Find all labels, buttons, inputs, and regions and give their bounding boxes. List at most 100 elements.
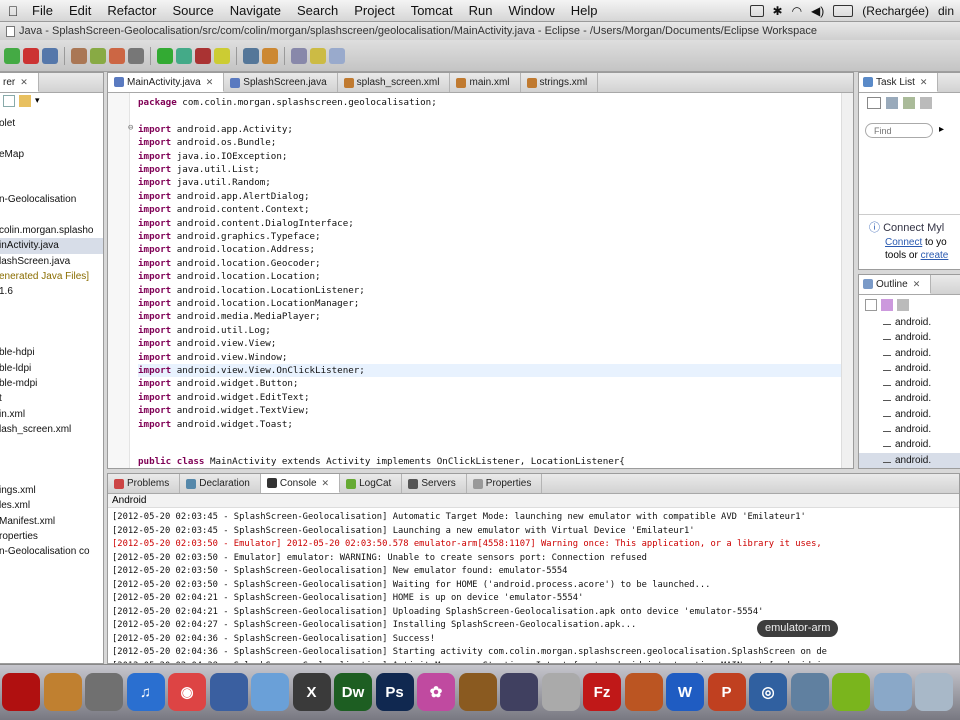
code-line[interactable]: import android.view.View.OnClickListener… xyxy=(138,364,853,378)
collapse-icon[interactable] xyxy=(920,97,932,109)
explorer-item[interactable] xyxy=(0,437,103,452)
code-line[interactable]: import android.location.Location; xyxy=(138,270,853,283)
print-icon[interactable] xyxy=(42,47,58,64)
link-editor-icon[interactable] xyxy=(19,95,31,107)
photo-icon[interactable] xyxy=(43,673,82,711)
menu-project[interactable]: Project xyxy=(346,3,402,18)
explorer-item[interactable]: Manifest.xml xyxy=(0,514,103,529)
code-line[interactable]: import android.media.MediaPlayer; xyxy=(138,310,853,323)
word-icon[interactable]: W xyxy=(666,673,704,711)
explorer-item[interactable]: n-Geolocalisation co xyxy=(0,544,103,559)
tab-splashscreen-java[interactable]: SplashScreen.java xyxy=(224,73,338,92)
explorer-item[interactable]: inActivity.java xyxy=(0,238,103,254)
explorer-item[interactable] xyxy=(0,453,103,468)
connect-link[interactable]: Connect xyxy=(885,237,922,248)
filter-icon[interactable] xyxy=(886,97,898,109)
wifi-icon[interactable]: ◠ xyxy=(792,4,802,18)
code-line[interactable]: import android.widget.Button; xyxy=(138,377,853,390)
globe-icon[interactable] xyxy=(209,673,248,711)
android-sdk-icon[interactable] xyxy=(109,47,125,64)
explorer-item[interactable]: t xyxy=(0,391,103,406)
outline-item[interactable]: android. xyxy=(859,361,960,376)
run-ext-icon[interactable] xyxy=(90,47,106,64)
battery-icon[interactable] xyxy=(833,4,854,17)
preview-icon[interactable] xyxy=(790,673,829,711)
tab-strings-xml[interactable]: strings.xml xyxy=(521,73,599,92)
volume-icon[interactable]: ◀) xyxy=(811,4,824,18)
code-editor[interactable]: package com.colin.morgan.splashscreen.ge… xyxy=(108,93,853,468)
dreamweaver-icon[interactable]: Dw xyxy=(334,673,372,711)
class-declaration[interactable]: public class MainActivity extends Activi… xyxy=(138,455,853,468)
tab-package-explorer[interactable]: rer ✕ xyxy=(0,73,39,92)
illustrator-icon[interactable] xyxy=(458,673,497,711)
debug-icon[interactable] xyxy=(157,47,173,64)
outline-item[interactable]: android. xyxy=(859,437,960,452)
outline-item[interactable]: android. xyxy=(859,376,960,391)
menu-source[interactable]: Source xyxy=(165,3,222,18)
close-icon[interactable]: ✕ xyxy=(322,478,330,489)
menu-tomcat[interactable]: Tomcat xyxy=(403,3,461,18)
explorer-item[interactable]: ings.xml xyxy=(0,483,103,498)
explorer-item[interactable]: olet xyxy=(0,116,103,131)
time-machine-icon[interactable]: ◎ xyxy=(749,673,787,711)
sort-icon[interactable] xyxy=(865,299,877,311)
menu-navigate[interactable]: Navigate xyxy=(222,3,289,18)
code-line[interactable]: import java.util.List; xyxy=(138,163,853,176)
pinwheel-icon[interactable]: ✿ xyxy=(417,673,455,711)
apple-icon[interactable]:  xyxy=(2,3,24,19)
code-line[interactable]: import android.app.AlertDialog; xyxy=(138,190,853,203)
explorer-item[interactable] xyxy=(0,330,103,345)
itunes-icon[interactable]: ♫ xyxy=(126,673,165,711)
debug-ext-icon[interactable] xyxy=(71,47,87,64)
code-line[interactable]: import android.location.Address; xyxy=(138,243,853,256)
menu-help[interactable]: Help xyxy=(563,3,606,18)
open-type-icon[interactable] xyxy=(243,47,259,64)
new-icon[interactable] xyxy=(4,47,20,64)
explorer-item[interactable] xyxy=(0,300,103,315)
menu-file[interactable]: File xyxy=(24,3,61,18)
image-icon[interactable] xyxy=(624,673,663,711)
explorer-item[interactable]: ble-mdpi xyxy=(0,376,103,391)
code-line[interactable]: import java.util.Random; xyxy=(138,176,853,189)
explorer-item[interactable] xyxy=(0,177,103,192)
outline-item[interactable]: android. xyxy=(859,422,960,437)
code-line[interactable]: import java.io.IOException; xyxy=(138,150,853,163)
forward-icon[interactable] xyxy=(329,47,345,64)
user-name[interactable]: din xyxy=(938,4,954,18)
outline-item[interactable]: android. xyxy=(859,391,960,406)
explorer-item[interactable] xyxy=(0,315,103,330)
external-tools-icon[interactable] xyxy=(195,47,211,64)
code-line[interactable]: import android.view.Window; xyxy=(138,351,853,364)
explorer-item[interactable]: les.xml xyxy=(0,498,103,513)
new-task-icon[interactable] xyxy=(867,97,881,109)
avd-manager-icon[interactable] xyxy=(128,47,144,64)
tab-mainactivity-java[interactable]: MainActivity.java ✕ xyxy=(108,73,225,92)
flash-icon[interactable] xyxy=(2,673,40,711)
code-line[interactable]: import android.app.Activity; xyxy=(138,123,853,136)
code-line[interactable]: package com.colin.morgan.splashscreen.ge… xyxy=(138,96,853,109)
code-line[interactable]: import android.location.Geocoder; xyxy=(138,257,853,270)
categorize-icon[interactable] xyxy=(903,97,915,109)
bluetooth-icon[interactable]: ✱ xyxy=(773,4,783,18)
powerpoint-icon[interactable]: P xyxy=(707,673,746,711)
explorer-item[interactable] xyxy=(0,468,103,483)
save-icon[interactable] xyxy=(23,47,39,64)
close-icon[interactable]: ✕ xyxy=(206,77,214,88)
code-line[interactable]: import android.content.DialogInterface; xyxy=(138,217,853,230)
close-icon[interactable]: ✕ xyxy=(913,279,921,290)
tab-task-list[interactable]: Task List ✕ xyxy=(859,73,939,92)
close-icon[interactable]: ✕ xyxy=(20,77,28,88)
explorer-item[interactable]: ble-hdpi xyxy=(0,345,103,360)
code-line[interactable]: import android.location.LocationManager; xyxy=(138,297,853,310)
utility-icon[interactable] xyxy=(85,673,123,711)
keynote-icon[interactable] xyxy=(500,673,538,711)
menu-edit[interactable]: Edit xyxy=(61,3,99,18)
explorer-item[interactable] xyxy=(0,162,103,177)
code-line[interactable]: import android.widget.EditText; xyxy=(138,391,853,404)
tab-problems[interactable]: Problems xyxy=(108,474,181,493)
tab-console[interactable]: Console ✕ xyxy=(260,474,341,493)
menu-search[interactable]: Search xyxy=(289,3,346,18)
view-menu-icon[interactable]: ▾ xyxy=(35,95,43,107)
next-annotation-icon[interactable] xyxy=(291,47,307,64)
explorer-item[interactable]: roperties xyxy=(0,529,103,544)
